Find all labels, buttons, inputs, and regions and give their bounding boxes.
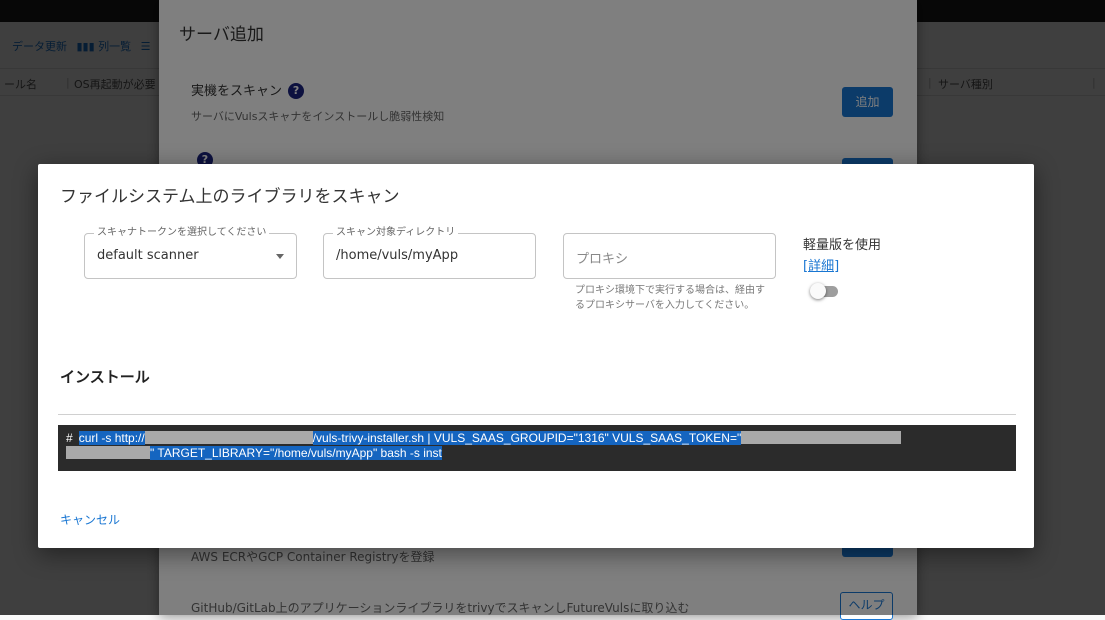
command-text: /vuls-trivy-installer.sh | VULS_SAAS_GRO… <box>312 431 742 445</box>
command-text: curl -s http:// <box>78 431 145 445</box>
shell-prompt: # <box>66 431 73 445</box>
cancel-button[interactable]: キャンセル <box>60 511 120 528</box>
scanner-token-select[interactable]: スキャナトークンを選択してください default scanner <box>84 227 297 279</box>
install-command-block[interactable]: # curl -s http:// /vuls-trivy-installer.sh… <box>58 425 1016 471</box>
detail-link[interactable]: [詳細] <box>803 255 839 274</box>
chevron-down-icon <box>276 254 284 259</box>
library-scan-dialog: ファイルシステム上のライブラリをスキャン スキャナトークンを選択してください d… <box>38 164 1034 548</box>
input-placeholder: プロキシ <box>576 252 629 267</box>
lite-version-toggle[interactable] <box>810 283 838 299</box>
redacted-host <box>144 431 313 444</box>
dialog-title: ファイルシステム上のライブラリをスキャン <box>60 187 400 207</box>
proxy-input[interactable]: プロキシ <box>563 233 776 279</box>
field-label: スキャン対象ディレクトリ <box>333 227 459 239</box>
divider <box>58 414 1016 415</box>
toggle-thumb <box>810 283 826 299</box>
proxy-helper-text: プロキシ環境下で実行する場合は、経由するプロキシサーバを入力してください。 <box>575 285 765 311</box>
lite-version-label: 軽量版を使用 <box>803 238 882 253</box>
selected-value: default scanner <box>97 248 199 263</box>
install-heading: インストール <box>60 368 150 386</box>
redacted-token <box>66 446 150 459</box>
field-label: スキャナトークンを選択してください <box>94 227 270 239</box>
target-directory-input[interactable]: スキャン対象ディレクトリ /home/vuls/myApp <box>323 227 536 279</box>
redacted-token <box>741 431 902 444</box>
command-text: " TARGET_LIBRARY="/home/vuls/myApp" bash… <box>150 446 442 460</box>
input-value: /home/vuls/myApp <box>336 248 459 263</box>
